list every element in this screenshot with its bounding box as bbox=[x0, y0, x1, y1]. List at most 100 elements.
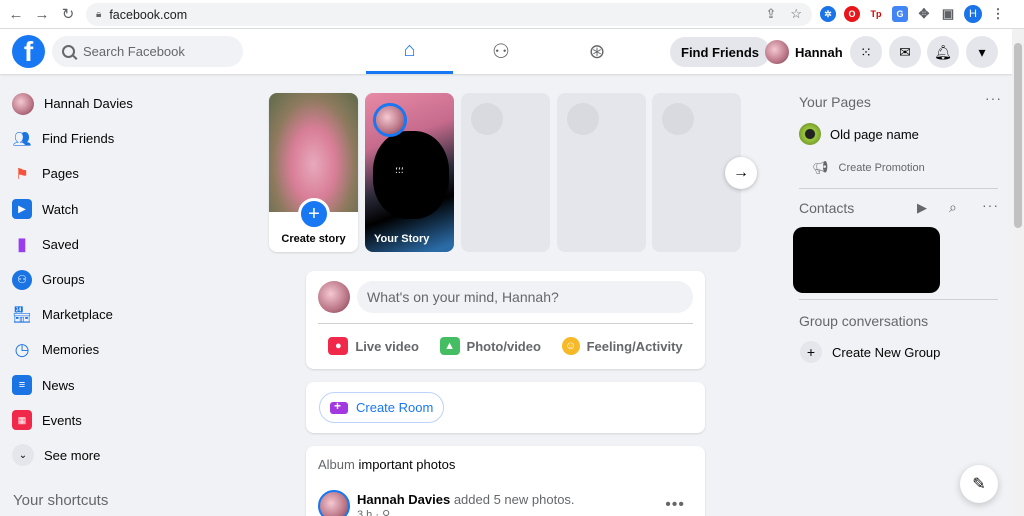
grid-icon: ⁙ bbox=[860, 43, 872, 60]
messenger-button[interactable]: ✉ bbox=[889, 36, 921, 68]
account-menu-button[interactable]: ▾ bbox=[966, 36, 998, 68]
chevron-down-icon: ⌄ bbox=[12, 444, 34, 467]
page-avatar bbox=[799, 123, 821, 145]
friends-icon: ⚇ bbox=[492, 41, 510, 63]
browser-menu-icon[interactable]: ⋮ bbox=[990, 6, 1006, 22]
story-text-glyphs: ؛؛؛ bbox=[395, 165, 404, 175]
groups-icon: ⊛ bbox=[588, 41, 606, 63]
create-promotion-link[interactable]: 📢︎ Create Promotion bbox=[812, 160, 925, 176]
post-timestamp[interactable]: 3 h · ⚲ bbox=[357, 508, 390, 516]
sidebar-item-memories[interactable]: ◷ Memories bbox=[8, 332, 258, 367]
share-icon[interactable]: ⇪ bbox=[765, 6, 776, 22]
avatar[interactable] bbox=[318, 490, 350, 516]
page-item[interactable]: Old page name bbox=[799, 123, 919, 145]
puzzle-icon[interactable]: ✥ bbox=[916, 6, 932, 22]
menu-grid-button[interactable]: ⁙ bbox=[850, 36, 882, 68]
story-placeholder bbox=[557, 93, 646, 252]
page-name: Old page name bbox=[830, 126, 919, 142]
calendar-icon: ▦ bbox=[12, 410, 32, 431]
scrollbar-thumb[interactable] bbox=[1014, 43, 1022, 228]
sidebar-item-groups[interactable]: ⚇ Groups bbox=[8, 262, 258, 297]
your-story-label: Your Story bbox=[374, 233, 430, 245]
album-name[interactable]: important photos bbox=[358, 457, 455, 472]
clock-icon: ◷ bbox=[14, 339, 30, 359]
tab-home[interactable]: ⌂ bbox=[366, 29, 453, 74]
room-card: Create Room bbox=[306, 382, 705, 433]
story-avatar-ring bbox=[373, 103, 407, 137]
feed-post: Album important photos Hannah Davies add… bbox=[306, 446, 705, 516]
news-icon: ≡ bbox=[12, 375, 32, 396]
translate-extension-icon[interactable]: G bbox=[892, 6, 908, 22]
facebook-logo[interactable]: f bbox=[12, 35, 45, 68]
avatar bbox=[318, 281, 350, 313]
group-conversations-heading: Group conversations bbox=[799, 313, 929, 329]
sidebar-item-news[interactable]: ≡ News bbox=[8, 368, 258, 403]
sidebar-item-label: Hannah Davies bbox=[44, 96, 133, 112]
profile-name: Hannah bbox=[795, 44, 843, 60]
story-placeholder-avatar bbox=[471, 103, 503, 135]
avatar bbox=[765, 40, 789, 64]
search-icon[interactable]: ⌕ bbox=[949, 199, 958, 216]
forward-icon[interactable]: → bbox=[32, 4, 52, 24]
find-friends-button[interactable]: Find Friends bbox=[670, 37, 770, 67]
more-options-icon[interactable]: ••• bbox=[665, 496, 685, 514]
extension-icon[interactable]: ✲ bbox=[820, 6, 836, 22]
sidebar-item-pages[interactable]: ⚑ Pages bbox=[8, 156, 258, 191]
sidebar-item-profile[interactable]: Hannah Davies bbox=[8, 86, 258, 121]
sidebar-item-watch[interactable]: ▶ Watch bbox=[8, 192, 258, 227]
divider bbox=[799, 188, 998, 189]
search-input[interactable]: Search Facebook bbox=[52, 36, 243, 67]
sidebar-item-label: Pages bbox=[42, 166, 79, 182]
reload-icon[interactable]: ↻ bbox=[58, 4, 78, 24]
photo-video-button[interactable]: ▲ Photo/video bbox=[439, 337, 541, 355]
sidebar-item-marketplace[interactable]: 🏪︎ Marketplace bbox=[8, 297, 258, 332]
profile-button[interactable]: Hannah bbox=[761, 37, 851, 67]
address-bar[interactable]: 🔒︎ facebook.com ⇪ ☆ bbox=[86, 3, 812, 26]
friends-icon: 👥︎ bbox=[12, 130, 32, 148]
store-icon: 🏪︎ bbox=[11, 306, 33, 324]
live-video-label: Live video bbox=[355, 338, 419, 354]
avatar bbox=[376, 106, 404, 134]
page-scrollbar[interactable] bbox=[1012, 29, 1024, 516]
more-options-icon[interactable]: ··· bbox=[982, 197, 999, 213]
edit-icon: ✎ bbox=[972, 476, 986, 493]
story-placeholder-avatar bbox=[662, 103, 694, 135]
tp-extension-icon[interactable]: Tp bbox=[868, 6, 884, 22]
back-icon[interactable]: ← bbox=[6, 4, 26, 24]
bookmark-star-icon[interactable]: ☆ bbox=[790, 6, 802, 22]
tab-groups[interactable]: ⊛ bbox=[549, 29, 645, 74]
sidebar-item-events[interactable]: ▦ Events bbox=[8, 403, 258, 438]
sidepanel-icon[interactable]: ▣ bbox=[940, 6, 956, 22]
opera-extension-icon[interactable]: O bbox=[844, 6, 860, 22]
your-story-card[interactable]: ؛؛؛ Your Story bbox=[365, 93, 454, 252]
create-new-group-button[interactable]: + Create New Group bbox=[800, 341, 940, 363]
story-image bbox=[373, 131, 449, 219]
album-prefix: Album bbox=[318, 457, 355, 472]
url-text: facebook.com bbox=[109, 7, 188, 22]
create-room-button[interactable]: Create Room bbox=[319, 392, 445, 423]
post-author[interactable]: Hannah Davies bbox=[357, 492, 450, 507]
watch-icon: ▶ bbox=[12, 199, 32, 220]
new-message-button[interactable]: ✎ bbox=[960, 465, 998, 503]
whats-on-your-mind-input[interactable]: What's on your mind, Hannah? bbox=[357, 281, 693, 313]
sidebar-item-see-more[interactable]: ⌄ See more bbox=[8, 438, 258, 473]
sidebar-item-label: Marketplace bbox=[42, 307, 113, 323]
stories-tray: + Create story ؛؛؛ Your Story bbox=[269, 93, 741, 252]
notifications-button[interactable]: 🔔︎ bbox=[927, 36, 959, 68]
search-placeholder: Search Facebook bbox=[83, 44, 185, 59]
sidebar-item-saved[interactable]: ▮ Saved bbox=[8, 227, 258, 262]
more-options-icon[interactable]: ··· bbox=[985, 90, 1002, 106]
sidebar-item-find-friends[interactable]: 👥︎ Find Friends bbox=[8, 121, 258, 156]
tab-friends[interactable]: ⚇ bbox=[453, 29, 549, 74]
feeling-activity-button[interactable]: ☺ Feeling/Activity bbox=[561, 337, 683, 355]
browser-profile-avatar[interactable]: H bbox=[964, 5, 982, 23]
home-icon: ⌂ bbox=[403, 38, 416, 61]
search-icon bbox=[62, 45, 75, 58]
create-story-card[interactable]: + Create story bbox=[269, 93, 358, 252]
bell-icon: 🔔︎ bbox=[934, 43, 952, 60]
shortcuts-heading: Your shortcuts bbox=[13, 492, 109, 509]
stories-next-button[interactable]: → bbox=[725, 157, 757, 189]
video-room-icon[interactable]: ▶︎ bbox=[917, 200, 928, 216]
sidebar-item-label: Watch bbox=[42, 201, 79, 217]
live-video-button[interactable]: ● Live video bbox=[328, 337, 419, 355]
